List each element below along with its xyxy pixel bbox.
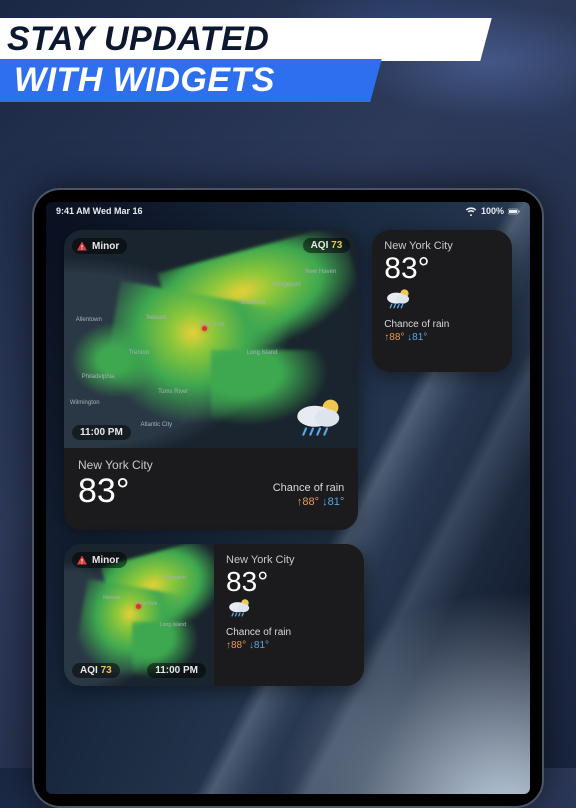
map-city-label: Wilmington bbox=[70, 400, 100, 406]
radar-time-badge: 11:00 PM bbox=[72, 425, 131, 440]
radar-map-medium: New York Newark Long Island Bridgeport M… bbox=[64, 544, 214, 686]
condition-text: Chance of rain bbox=[384, 319, 500, 330]
aqi-label: AQI bbox=[311, 240, 329, 251]
aqi-badge: AQI 73 bbox=[303, 238, 351, 253]
widget-footer: New York City 83° Chance of rain ↑88° ↓8… bbox=[64, 448, 358, 518]
current-temp: 83° bbox=[226, 568, 352, 596]
map-city-label: Allentown bbox=[76, 317, 102, 323]
hi-lo: ↑88° ↓81° bbox=[384, 332, 500, 343]
ipad-frame: 9:41 AM Wed Mar 16 100% bbox=[32, 188, 544, 808]
aqi-value: 73 bbox=[331, 240, 342, 251]
alert-triangle-icon bbox=[76, 240, 88, 252]
high-temp: 88° bbox=[231, 640, 246, 651]
city-name: New York City bbox=[384, 240, 500, 252]
map-city-label: Long Island bbox=[246, 350, 277, 356]
widget-area: Newark New York Long Island Philadelphia… bbox=[46, 220, 530, 696]
map-city-label: Stamford bbox=[241, 300, 265, 306]
map-city-label: New Haven bbox=[305, 269, 336, 275]
alert-label: Minor bbox=[92, 241, 119, 252]
city-name: New York City bbox=[226, 554, 352, 566]
weather-rain-icon bbox=[292, 397, 348, 444]
weather-radar-widget-medium[interactable]: New York Newark Long Island Bridgeport M… bbox=[64, 544, 364, 686]
status-right: 100% bbox=[465, 206, 520, 216]
map-city-label: Bridgeport bbox=[273, 282, 301, 288]
high-temp: 88° bbox=[302, 496, 319, 508]
headline-line-1: STAY UPDATED bbox=[0, 18, 492, 61]
headline-text-1: STAY UPDATED bbox=[7, 20, 269, 59]
alert-badge: Minor bbox=[72, 238, 127, 254]
low-temp: 81° bbox=[412, 332, 427, 343]
radar-map-large: Newark New York Long Island Philadelphia… bbox=[64, 230, 358, 448]
map-city-label: Newark bbox=[103, 595, 120, 601]
headline-text-2: WITH WIDGETS bbox=[14, 61, 275, 100]
map-city-label: Bridgeport bbox=[163, 575, 186, 581]
low-temp: 81° bbox=[254, 640, 269, 651]
weather-rain-icon bbox=[226, 598, 352, 623]
battery-percent: 100% bbox=[481, 206, 504, 216]
aqi-label: AQI bbox=[80, 665, 98, 676]
radar-time-badge: 11:00 PM bbox=[147, 663, 206, 678]
current-temp: 83° bbox=[78, 474, 153, 508]
battery-icon bbox=[508, 207, 520, 216]
aqi-badge: AQI 73 bbox=[72, 663, 120, 678]
map-city-label: Toms River bbox=[158, 389, 188, 395]
weather-radar-widget-large[interactable]: Newark New York Long Island Philadelphia… bbox=[64, 230, 358, 530]
weather-rain-icon bbox=[384, 288, 500, 315]
map-city-label: Atlantic City bbox=[141, 422, 173, 428]
aqi-value: 73 bbox=[101, 665, 112, 676]
widget-info-panel: New York City 83° Chance of rain ↑88° bbox=[214, 544, 364, 686]
location-marker bbox=[136, 604, 141, 609]
map-city-label: Long Island bbox=[160, 622, 186, 628]
wifi-icon bbox=[465, 207, 477, 216]
map-city-label: Newark bbox=[146, 315, 166, 321]
alert-badge: Minor bbox=[72, 552, 127, 568]
hi-lo: ↑88° ↓81° bbox=[273, 496, 345, 508]
headline-line-2: WITH WIDGETS bbox=[0, 59, 382, 102]
city-name: New York City bbox=[78, 458, 153, 472]
hi-lo: ↑88° ↓81° bbox=[226, 640, 352, 651]
map-city-label: Trenton bbox=[129, 350, 149, 356]
ipad-screen: 9:41 AM Wed Mar 16 100% bbox=[46, 202, 530, 794]
radar-time: 11:00 PM bbox=[155, 665, 198, 676]
promo-headline: STAY UPDATED WITH WIDGETS bbox=[0, 0, 576, 112]
map-city-label: Philadelphia bbox=[82, 374, 115, 380]
condition-text: Chance of rain bbox=[226, 627, 352, 638]
alert-label: Minor bbox=[92, 555, 119, 566]
low-temp: 81° bbox=[328, 496, 345, 508]
condition-text: Chance of rain bbox=[273, 482, 345, 494]
widget-row-1: Newark New York Long Island Philadelphia… bbox=[64, 230, 512, 530]
status-bar: 9:41 AM Wed Mar 16 100% bbox=[46, 202, 530, 220]
current-temp: 83° bbox=[384, 254, 500, 284]
alert-triangle-icon bbox=[76, 554, 88, 566]
weather-widget-small[interactable]: New York City 83° Chance of rain ↑88° bbox=[372, 230, 512, 372]
radar-time: 11:00 PM bbox=[80, 427, 123, 438]
high-temp: 88° bbox=[389, 332, 404, 343]
status-time-date: 9:41 AM Wed Mar 16 bbox=[56, 206, 143, 216]
